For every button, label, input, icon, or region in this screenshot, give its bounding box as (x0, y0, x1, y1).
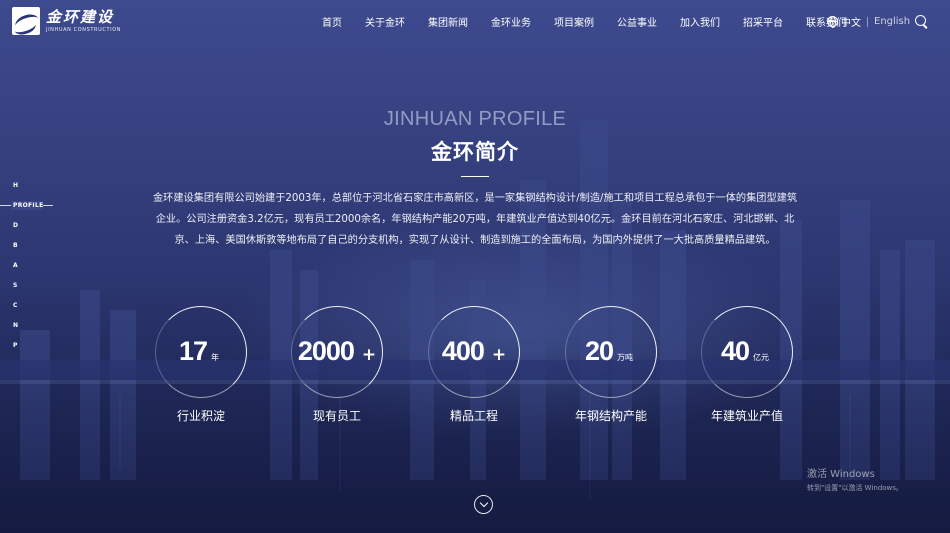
watermark-line-1: 激活 Windows (807, 469, 875, 480)
scroll-down-button[interactable] (474, 495, 493, 514)
stat-plus: + (361, 345, 377, 365)
nav-item-about[interactable]: 关于金环 (365, 14, 405, 29)
stat-unit: 万吨 (617, 353, 634, 362)
stat-number: 2000 (297, 336, 355, 366)
logo[interactable]: 金环建设 JINHUAN CONSTRUCTION (12, 6, 121, 36)
globe-icon (827, 16, 838, 28)
watermark-line-2: 转到"设置"以激活 Windows。 (807, 484, 903, 492)
company-intro: 金环建设集团有限公司始建于2003年，总部位于河北省石家庄市高新区，是一家集钢结… (152, 193, 798, 246)
nav-item-procurement[interactable]: 招采平台 (743, 14, 783, 29)
stat-label: 现有员工 (312, 409, 361, 423)
side-nav-item-p[interactable]: P (13, 342, 18, 349)
side-nav-item-c[interactable]: C (13, 302, 18, 309)
side-nav-item-h[interactable]: H (13, 182, 18, 189)
stat-employees: 2000 + 现有员工 (291, 306, 383, 428)
stat-label: 年建筑业产值 (710, 409, 783, 423)
stat-number: 17 (178, 336, 208, 366)
stat-projects: 400 + 精品工程 (428, 306, 520, 428)
chevron-down-icon (479, 498, 489, 508)
main-nav: 首页 关于金环 集团新闻 金环业务 项目案例 公益事业 加入我们 招采平台 联系… (310, 0, 869, 42)
nav-item-news[interactable]: 集团新闻 (428, 14, 468, 29)
logo-mark-icon (12, 7, 40, 35)
stat-label: 精品工程 (449, 409, 498, 423)
stat-label: 行业积淀 (176, 409, 225, 423)
section-eyebrow: JINHUAN PROFILE (383, 108, 567, 130)
language-switcher: 中文 English (827, 14, 910, 29)
stat-number: 20 (584, 336, 614, 366)
stat-number: 40 (720, 336, 750, 366)
stat-number: 400 (441, 336, 485, 366)
title-underline (461, 176, 489, 177)
search-icon[interactable] (915, 15, 926, 26)
windows-activation-watermark: 激活 Windows 转到"设置"以激活 Windows。 (807, 465, 903, 493)
nav-item-home[interactable]: 首页 (322, 14, 342, 29)
section-title: 金环简介 (431, 140, 519, 164)
nav-item-charity[interactable]: 公益事业 (617, 14, 657, 29)
stat-unit: 亿元 (753, 353, 770, 362)
side-nav-item-a[interactable]: A (13, 262, 18, 269)
lang-en-link[interactable]: English (874, 16, 910, 27)
nav-item-business[interactable]: 金环业务 (491, 14, 531, 29)
logo-cn-text: 金环建设 (46, 7, 115, 26)
stat-label: 年钢结构产能 (574, 409, 647, 423)
logo-en-text: JINHUAN CONSTRUCTION (46, 26, 122, 33)
side-nav-item-d[interactable]: D (13, 222, 18, 229)
stat-unit: 年 (211, 353, 220, 362)
side-nav-item-s[interactable]: S (13, 282, 18, 289)
stat-steel-capacity: 20 万吨 年钢结构产能 (565, 306, 657, 428)
site-header: 金环建设 JINHUAN CONSTRUCTION 首页 关于金环 集团新闻 金… (0, 0, 950, 42)
stat-output-value: 40 亿元 年建筑业产值 (701, 306, 793, 428)
nav-item-join[interactable]: 加入我们 (680, 14, 720, 29)
side-nav-item-b[interactable]: B (13, 242, 18, 249)
lang-divider (867, 16, 868, 27)
stat-plus: + (491, 345, 507, 365)
side-nav-item-profile[interactable]: PROFILE (13, 202, 43, 209)
nav-item-projects[interactable]: 项目案例 (554, 14, 594, 29)
lang-cn-link[interactable]: 中文 (841, 14, 861, 29)
side-nav-item-n[interactable]: N (13, 322, 18, 329)
stat-years: 17 年 行业积淀 (155, 306, 247, 428)
